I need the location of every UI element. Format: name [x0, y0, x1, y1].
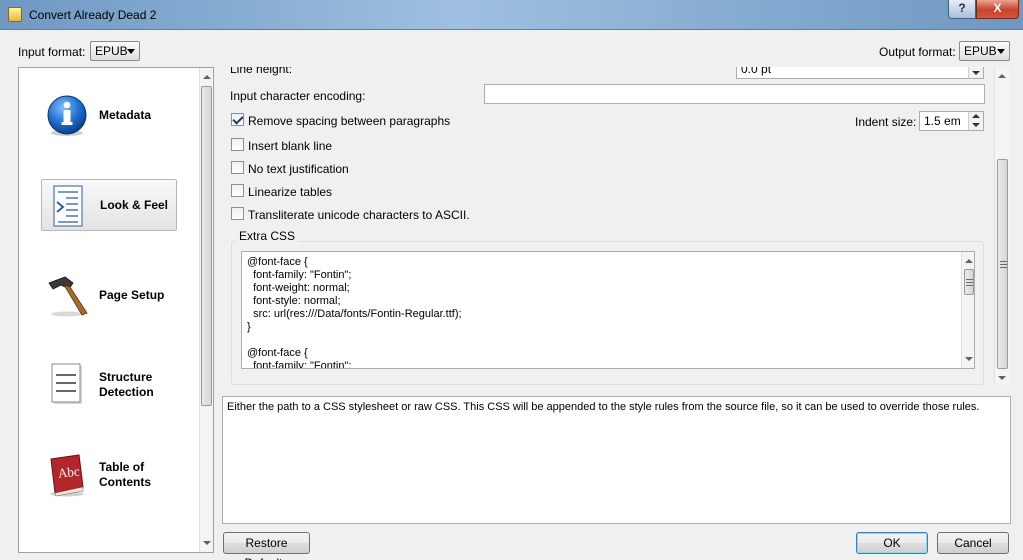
help-panel: Either the path to a CSS stylesheet or r… — [222, 396, 1011, 524]
ok-button[interactable]: OK — [856, 532, 928, 554]
extra-css-text[interactable]: @font-face { font-family: "Fontin"; font… — [247, 256, 462, 368]
sidebar-item-label: Page Setup — [99, 287, 165, 302]
close-button[interactable]: X — [976, 0, 1019, 19]
scroll-up-icon[interactable] — [998, 74, 1006, 78]
sidebar: Metadata Look & Feel Page Setup Structur… — [18, 67, 214, 553]
sidebar-item-label: Table of Contents — [99, 460, 151, 489]
chevron-down-icon — [997, 49, 1005, 54]
sidebar-scroll-thumb[interactable] — [201, 86, 212, 406]
input-format-label: Input format: — [18, 45, 86, 59]
sidebar-item-look-feel[interactable]: Look & Feel — [41, 179, 177, 231]
css-editor-scrollbar[interactable] — [961, 252, 974, 368]
css-scroll-thumb[interactable] — [964, 269, 974, 295]
remove-spacing-checkbox[interactable] — [231, 113, 244, 126]
spin-down-icon — [972, 71, 980, 75]
sidebar-item-table-of-contents[interactable]: Abc Table of Contents — [41, 449, 177, 501]
title-bar: Convert Already Dead 2 ? X — [0, 0, 1023, 30]
linearize-tables-label[interactable]: Linearize tables — [248, 185, 332, 199]
sidebar-item-page-setup[interactable]: Page Setup — [41, 269, 177, 321]
indent-size-label: Indent size: — [855, 115, 917, 129]
insert-blank-line-label[interactable]: Insert blank line — [248, 139, 332, 153]
hammer-icon — [48, 276, 88, 317]
output-format-value: EPUB — [964, 44, 997, 58]
spin-buttons[interactable] — [968, 112, 983, 130]
linearize-tables-checkbox[interactable] — [231, 184, 244, 197]
transliterate-checkbox[interactable] — [231, 207, 244, 220]
help-button[interactable]: ? — [948, 0, 976, 19]
indent-size-value: 1.5 em — [924, 114, 961, 128]
input-format-select[interactable]: EPUB — [90, 41, 140, 61]
document-icon — [51, 363, 82, 404]
scroll-up-icon[interactable] — [965, 259, 973, 263]
content-scrollbar[interactable] — [994, 67, 1009, 385]
no-justification-label[interactable]: No text justification — [248, 162, 349, 176]
app-icon — [8, 7, 22, 22]
scroll-down-icon[interactable] — [965, 357, 973, 361]
svg-text:Abc: Abc — [57, 463, 80, 480]
sidebar-item-structure-detection[interactable]: Structure Detection — [41, 359, 177, 411]
scroll-down-icon[interactable] — [203, 541, 211, 545]
chevron-down-icon — [127, 49, 135, 54]
cancel-button[interactable]: Cancel — [937, 532, 1009, 554]
sidebar-item-label: Metadata — [99, 107, 152, 122]
restore-defaults-button[interactable]: Restore Defaults — [223, 532, 310, 560]
line-height-spinbox[interactable]: 0.0 pt — [736, 67, 984, 79]
scroll-down-icon[interactable] — [998, 376, 1006, 380]
encoding-input[interactable] — [484, 84, 985, 104]
spin-up-icon — [972, 114, 980, 118]
look-feel-icon — [53, 185, 83, 227]
extra-css-title: Extra CSS — [236, 229, 299, 243]
no-justification-checkbox[interactable] — [231, 161, 244, 174]
extra-css-editor[interactable]: @font-face { font-family: "Fontin"; font… — [241, 251, 975, 369]
look-feel-panel: Line height: 0.0 pt Input character enco… — [222, 67, 1008, 385]
help-text: Either the path to a CSS stylesheet or r… — [227, 401, 980, 413]
content-scroll-thumb[interactable] — [997, 159, 1008, 369]
sidebar-item-metadata[interactable]: Metadata — [41, 89, 177, 141]
transliterate-label[interactable]: Transliterate unicode characters to ASCI… — [248, 208, 470, 222]
line-height-label: Line height: — [230, 67, 293, 76]
info-icon — [47, 95, 87, 136]
output-format-select[interactable]: EPUB — [959, 41, 1010, 61]
abc-book-icon: Abc — [50, 454, 84, 497]
sidebar-item-label: Structure Detection — [99, 370, 154, 399]
output-format-label: Output format: — [879, 45, 956, 59]
window-title: Convert Already Dead 2 — [29, 8, 157, 22]
spin-down-icon — [972, 123, 980, 127]
line-height-value: 0.0 pt — [741, 67, 772, 76]
remove-spacing-label[interactable]: Remove spacing between paragraphs — [248, 114, 450, 128]
spin-buttons[interactable] — [968, 67, 983, 78]
sidebar-scrollbar[interactable] — [199, 68, 213, 552]
insert-blank-line-checkbox[interactable] — [231, 138, 244, 151]
scroll-up-icon[interactable] — [203, 75, 211, 79]
sidebar-item-label: Look & Feel — [100, 197, 169, 212]
encoding-label: Input character encoding: — [230, 89, 366, 103]
indent-size-spinbox[interactable]: 1.5 em — [919, 111, 984, 131]
input-format-value: EPUB — [95, 44, 128, 58]
